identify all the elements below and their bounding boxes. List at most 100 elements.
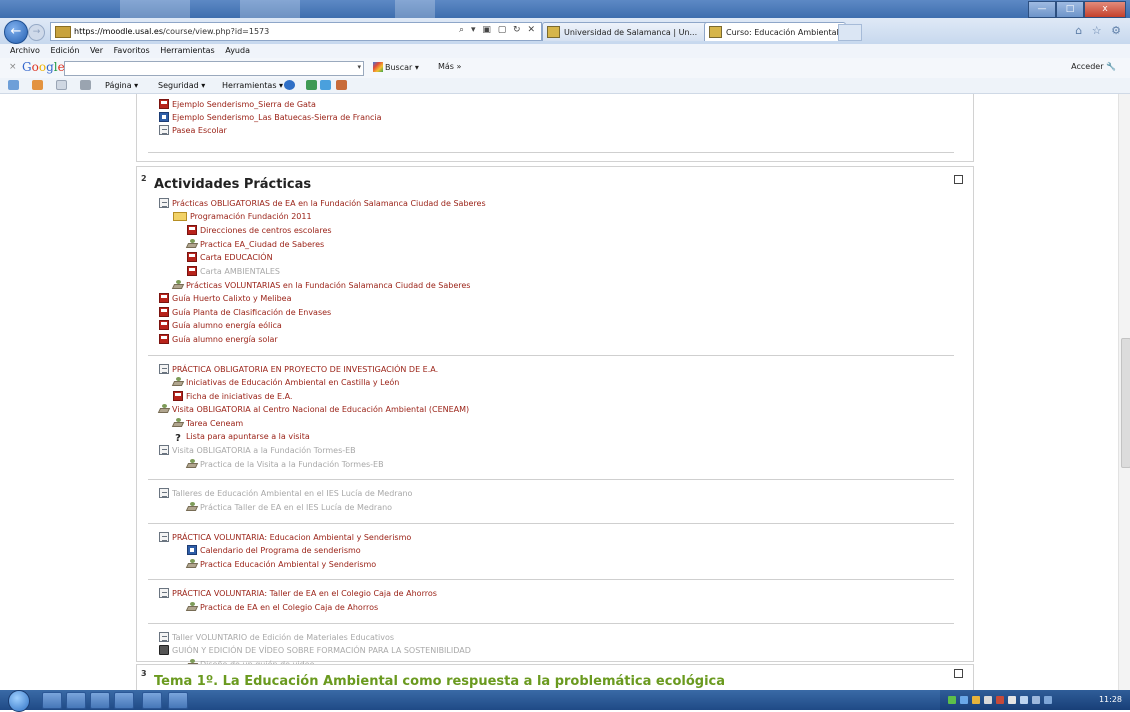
course-item[interactable]: Tarea Ceneam bbox=[173, 418, 243, 430]
flag-icon[interactable] bbox=[1008, 696, 1016, 704]
course-item-link[interactable]: Guía Planta de Clasificación de Envases bbox=[172, 308, 331, 317]
course-item[interactable]: Visita OBLIGATORIA al Centro Nacional de… bbox=[159, 404, 469, 416]
course-item[interactable]: Practica de EA en el Colegio Caja de Aho… bbox=[187, 602, 378, 614]
tab-universidad[interactable]: Universidad de Salamanca | Un... bbox=[542, 22, 709, 41]
course-item[interactable]: Iniciativas de Educación Ambiental en Ca… bbox=[173, 377, 399, 389]
course-item[interactable]: GUIÓN Y EDICIÓN DE VÍDEO SOBRE FORMACIÓN… bbox=[159, 645, 471, 657]
home-favorites-tools-icons[interactable]: ⌂ ☆ ⚙ bbox=[1075, 24, 1124, 37]
taskbar-app-button[interactable] bbox=[168, 692, 188, 709]
course-item-link[interactable]: Tarea Ceneam bbox=[186, 419, 243, 428]
menu-edicion[interactable]: Edición bbox=[50, 44, 79, 58]
forward-button[interactable]: → bbox=[28, 24, 45, 41]
tray-icon[interactable] bbox=[1032, 696, 1040, 704]
tray-icon[interactable] bbox=[972, 696, 980, 704]
help-icon[interactable] bbox=[284, 79, 295, 92]
course-item[interactable]: Programación Fundación 2011 bbox=[173, 211, 312, 224]
maximize-button[interactable]: □ bbox=[1056, 1, 1084, 18]
new-tab-button[interactable] bbox=[838, 24, 862, 41]
safety-menu[interactable]: Seguridad ▾ bbox=[158, 79, 205, 92]
tools-menu[interactable]: Herramientas ▾ bbox=[222, 79, 283, 92]
course-item[interactable]: Guía alumno energía eólica bbox=[159, 320, 282, 332]
course-item[interactable]: Carta EDUCACIÓN bbox=[187, 252, 273, 264]
course-item[interactable]: Talleres de Educación Ambiental en el IE… bbox=[159, 488, 412, 500]
menu-ver[interactable]: Ver bbox=[90, 44, 103, 58]
course-item[interactable]: Calendario del Programa de senderismo bbox=[187, 545, 361, 557]
course-item[interactable]: Ficha de iniciativas de E.A. bbox=[173, 390, 292, 403]
course-item[interactable]: Guía Huerto Calixto y Melibea bbox=[159, 293, 292, 305]
research-icon[interactable] bbox=[306, 79, 317, 92]
course-item-link[interactable]: Lista para apuntarse a la visita bbox=[186, 432, 310, 441]
home-icon[interactable] bbox=[8, 79, 19, 92]
course-item-link[interactable]: Taller VOLUNTARIO de Edición de Material… bbox=[172, 633, 394, 642]
course-item[interactable]: Direcciones de centros escolares bbox=[187, 225, 332, 237]
messenger-icon[interactable] bbox=[320, 79, 331, 92]
course-item[interactable]: Ejemplo Senderismo_Las Batuecas-Sierra d… bbox=[159, 112, 382, 124]
course-item-link[interactable]: Practica EA_Ciudad de Saberes bbox=[200, 240, 324, 249]
course-item[interactable]: Prácticas VOLUNTARIAS en la Fundación Sa… bbox=[173, 279, 470, 292]
course-item[interactable]: ? Lista para apuntarse a la visita bbox=[173, 432, 310, 444]
taskbar-explorer-button[interactable] bbox=[42, 692, 62, 709]
menu-herramientas[interactable]: Herramientas bbox=[160, 44, 215, 58]
course-item-link[interactable]: Práctica Taller de EA en el IES Lucía de… bbox=[200, 503, 392, 512]
course-item-link[interactable]: Practica Educación Ambiental y Senderism… bbox=[200, 560, 376, 569]
course-item[interactable]: PRÁCTICA VOLUNTARIA: Taller de EA en el … bbox=[159, 588, 437, 600]
back-button[interactable]: ← bbox=[4, 20, 28, 44]
menu-ayuda[interactable]: Ayuda bbox=[225, 44, 250, 58]
tray-icon[interactable] bbox=[1044, 696, 1052, 704]
course-item[interactable]: Practica EA_Ciudad de Saberes bbox=[187, 238, 324, 251]
course-item-link[interactable]: Prácticas OBLIGATORIAS de EA en la Funda… bbox=[172, 199, 486, 208]
start-button[interactable] bbox=[8, 690, 30, 712]
section-toggle-icon[interactable] bbox=[954, 175, 963, 184]
taskbar-folder-button[interactable] bbox=[90, 692, 110, 709]
course-item-link[interactable]: Iniciativas de Educación Ambiental en Ca… bbox=[186, 378, 399, 387]
google-search-input[interactable]: ▾ bbox=[64, 61, 364, 76]
address-bar[interactable]: https://moodle.usal.es/course/view.php?i… bbox=[50, 22, 542, 41]
course-item[interactable]: Prácticas OBLIGATORIAS de EA en la Funda… bbox=[159, 198, 486, 210]
google-toolbar-close-icon[interactable]: × bbox=[9, 62, 17, 72]
close-window-button[interactable]: x bbox=[1084, 1, 1126, 18]
menu-archivo[interactable]: Archivo bbox=[10, 44, 40, 58]
section-toggle-icon[interactable] bbox=[954, 669, 963, 678]
course-item-link[interactable]: PRÁCTICA OBLIGATORIA EN PROYECTO DE INVE… bbox=[172, 365, 438, 374]
window-title-bar[interactable]: — □ x bbox=[0, 0, 1130, 18]
address-bar-icons[interactable]: ⌕ ▾ ▣ ▢ ↻ ✕ bbox=[459, 25, 537, 35]
course-item-link[interactable]: GUIÓN Y EDICIÓN DE VÍDEO SOBRE FORMACIÓN… bbox=[172, 646, 471, 655]
course-item[interactable]: Carta AMBIENTALES bbox=[187, 266, 280, 278]
course-item-link[interactable]: Ejemplo Senderismo_Sierra de Gata bbox=[172, 100, 316, 109]
scrollbar-thumb[interactable] bbox=[1121, 338, 1130, 468]
course-item-link[interactable]: Visita OBLIGATORIA a la Fundación Tormes… bbox=[172, 446, 356, 455]
course-item[interactable]: Práctica Taller de EA en el IES Lucía de… bbox=[187, 502, 392, 514]
google-more-button[interactable]: Más » bbox=[438, 62, 461, 71]
course-item[interactable]: Pasea Escolar bbox=[159, 125, 227, 137]
minimize-button[interactable]: — bbox=[1028, 1, 1056, 18]
course-item[interactable]: Taller VOLUNTARIO de Edición de Material… bbox=[159, 631, 394, 644]
course-item-link[interactable]: Programación Fundación 2011 bbox=[190, 212, 312, 221]
course-item-link[interactable]: Ejemplo Senderismo_Las Batuecas-Sierra d… bbox=[172, 113, 382, 122]
course-item[interactable]: PRÁCTICA OBLIGATORIA EN PROYECTO DE INVE… bbox=[159, 363, 438, 376]
feeds-icon[interactable] bbox=[32, 79, 43, 92]
course-item[interactable]: PRÁCTICA VOLUNTARIA: Educacion Ambiental… bbox=[159, 531, 411, 544]
address-url[interactable]: https://moodle.usal.es/course/view.php?i… bbox=[74, 27, 269, 36]
blog-icon[interactable] bbox=[336, 79, 347, 92]
course-item-link[interactable]: Direcciones de centros escolares bbox=[200, 226, 332, 235]
page-menu[interactable]: Página ▾ bbox=[105, 79, 138, 92]
page-scrollbar[interactable] bbox=[1118, 94, 1130, 690]
tray-icon[interactable] bbox=[960, 696, 968, 704]
course-item-link[interactable]: Practica de EA en el Colegio Caja de Aho… bbox=[200, 603, 378, 612]
tray-icon[interactable] bbox=[984, 696, 992, 704]
course-item[interactable]: Practica de la Visita a la Fundación Tor… bbox=[187, 458, 384, 471]
taskbar-ie-button[interactable] bbox=[66, 692, 86, 709]
google-signin-button[interactable]: Acceder 🔧 bbox=[1071, 62, 1116, 71]
course-item[interactable]: Practica Educación Ambiental y Senderism… bbox=[187, 558, 376, 571]
course-item-link[interactable]: Visita OBLIGATORIA al Centro Nacional de… bbox=[172, 405, 469, 414]
volume-icon[interactable] bbox=[1020, 696, 1028, 704]
mail-icon[interactable] bbox=[56, 79, 67, 92]
google-search-button[interactable]: Buscar ▾ bbox=[373, 62, 419, 72]
course-item-link[interactable]: Ficha de iniciativas de E.A. bbox=[186, 392, 292, 401]
network-icon[interactable] bbox=[948, 696, 956, 704]
course-item[interactable]: Guía Planta de Clasificación de Envases bbox=[159, 306, 331, 319]
course-item-link[interactable]: Carta AMBIENTALES bbox=[200, 267, 280, 276]
course-item-link[interactable]: Calendario del Programa de senderismo bbox=[200, 546, 361, 555]
tray-icon[interactable] bbox=[996, 696, 1004, 704]
print-icon[interactable] bbox=[80, 79, 91, 92]
